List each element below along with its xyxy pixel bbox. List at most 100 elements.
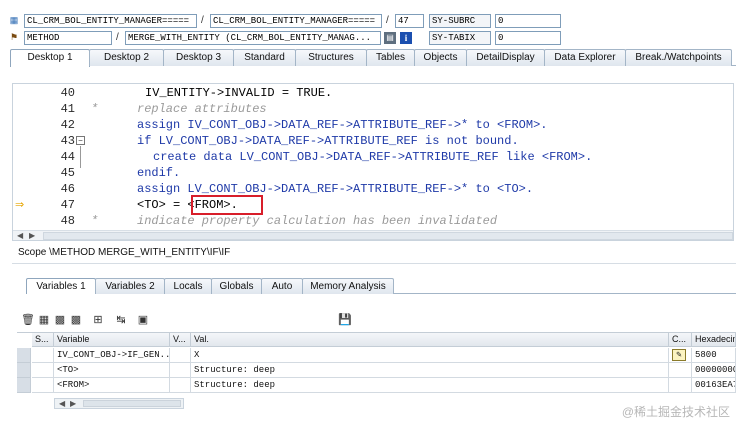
watermark: @稀土掘金技术社区 (621, 405, 730, 419)
export-icon[interactable]: ▩ (69, 313, 83, 327)
line-number: 43 (60, 134, 75, 148)
line-number: 42 (60, 118, 75, 132)
code-line: replace attributes (137, 102, 267, 116)
line-number: 48 (60, 214, 75, 228)
import-icon[interactable]: ▩ (53, 313, 67, 327)
tab-globals[interactable]: Globals (211, 278, 262, 294)
comment-marker: * (91, 214, 99, 228)
highlight-box (191, 195, 263, 215)
collapse-toggle-icon[interactable]: − (76, 136, 85, 145)
tab-variables-1[interactable]: Variables 1 (26, 278, 96, 294)
variable-cell[interactable]: <TO> (54, 363, 170, 378)
tab-structures[interactable]: Structures (295, 49, 367, 66)
tab-tables[interactable]: Tables (366, 49, 415, 66)
structure-icon[interactable]: ↹ (114, 313, 128, 327)
hierarchy-icon[interactable]: ⊞ (91, 313, 105, 327)
tab-memory-analysis[interactable]: Memory Analysis (302, 278, 394, 294)
value-cell[interactable]: X (191, 348, 669, 363)
program-field[interactable]: CL_CRM_BOL_ENTITY_MANAGER===== (24, 14, 197, 28)
scroll-left-icon[interactable]: ◀ (17, 231, 23, 240)
event-type-field[interactable]: METHOD (24, 31, 112, 45)
execution-arrow-icon: ⇒ (15, 199, 25, 211)
debugger-tab-strip: Desktop 1 Desktop 2 Desktop 3 Standard S… (10, 49, 736, 67)
line-number: 41 (60, 102, 75, 116)
column-header-hexadecimal[interactable]: Hexadecimal (692, 333, 736, 347)
comment-marker: * (91, 102, 99, 116)
code-line: IV_ENTITY->INVALID = TRUE. (145, 86, 333, 100)
value-cell[interactable]: Structure: deep (191, 363, 669, 378)
line-number: 40 (60, 86, 75, 100)
table-horizontal-scrollbar[interactable]: ◀ ▶ (54, 398, 184, 409)
change-cell[interactable] (669, 363, 692, 378)
tab-locals[interactable]: Locals (164, 278, 212, 294)
change-cell[interactable]: ✎ (669, 348, 692, 363)
copy-variable-icon[interactable]: ▦ (37, 313, 51, 327)
code-line: create data LV_CONT_OBJ->DATA_REF->ATTRI… (153, 150, 593, 164)
code-line: assign IV_CONT_OBJ->DATA_REF->ATTRIBUTE_… (137, 118, 548, 132)
change-cell[interactable] (669, 378, 692, 393)
save-icon[interactable]: 💾 (338, 313, 352, 327)
editor-horizontal-scrollbar[interactable]: ◀ ▶ (13, 230, 733, 240)
v-cell (170, 363, 191, 378)
code-line: indicate property calculation has been i… (137, 214, 498, 228)
status-cell (32, 378, 54, 393)
source-code-editor[interactable]: ⇒ − 40 41 42 43 44 45 46 47 48 * * IV_EN… (12, 83, 734, 241)
tab-standard[interactable]: Standard (233, 49, 296, 66)
tab-data-explorer[interactable]: Data Explorer (544, 49, 626, 66)
scope-divider (12, 263, 736, 264)
tab-auto[interactable]: Auto (261, 278, 303, 294)
sy-tabix-label: SY-TABIX (429, 31, 491, 45)
event-field[interactable]: MERGE_WITH_ENTITY (CL_CRM_BOL_ENTITY_MAN… (125, 31, 381, 45)
object-icon[interactable]: ▣ (136, 313, 150, 327)
tab-desktop-2[interactable]: Desktop 2 (89, 49, 164, 66)
block-guide (80, 146, 81, 168)
tab-desktop-3[interactable]: Desktop 3 (163, 49, 234, 66)
scroll-left-icon[interactable]: ◀ (59, 399, 65, 408)
delete-icon[interactable]: 🗑 (21, 313, 35, 327)
status-cell (32, 363, 54, 378)
row-selector[interactable] (17, 378, 31, 393)
tab-variables-2[interactable]: Variables 2 (95, 278, 165, 294)
scope-label: Scope \METHOD MERGE_WITH_ENTITY\IF\IF (18, 247, 231, 258)
separator: / (116, 32, 119, 43)
tab-objects[interactable]: Objects (414, 49, 467, 66)
variable-cell[interactable]: IV_CONT_OBJ->IF_GEN... (54, 348, 170, 363)
scroll-thumb[interactable] (83, 400, 181, 407)
line-number: 47 (60, 198, 75, 212)
row-selector[interactable] (17, 363, 31, 378)
sy-subrc-value[interactable]: 0 (495, 14, 561, 28)
variable-cell[interactable]: <FROM> (54, 378, 170, 393)
hex-cell[interactable]: 00163EA7 (692, 378, 736, 393)
include-field[interactable]: CL_CRM_BOL_ENTITY_MANAGER===== (210, 14, 382, 28)
scroll-right-icon[interactable]: ▶ (29, 231, 35, 240)
status-cell (32, 348, 54, 363)
code-line: assign LV_CONT_OBJ->DATA_REF->ATTRIBUTE_… (137, 182, 534, 196)
column-header-variable[interactable]: Variable (54, 333, 170, 347)
column-header-v[interactable]: V... (170, 333, 191, 347)
program-icon: ▦ (9, 15, 19, 25)
sy-tabix-value[interactable]: 0 (495, 31, 561, 45)
line-number: 44 (60, 150, 75, 164)
tab-break-watchpoints[interactable]: Break./Watchpoints (625, 49, 732, 66)
tab-desktop-1[interactable]: Desktop 1 (10, 49, 90, 67)
line-field[interactable]: 47 (395, 14, 424, 28)
scroll-thumb[interactable] (43, 232, 733, 240)
row-selector[interactable] (17, 348, 31, 363)
pencil-icon[interactable]: ✎ (672, 349, 686, 361)
value-cell[interactable]: Structure: deep (191, 378, 669, 393)
hex-cell[interactable]: 5800 (692, 348, 736, 363)
code-line: endif. (137, 166, 181, 180)
column-header-status[interactable]: S... (32, 333, 54, 347)
variables-tab-strip: Variables 1 Variables 2 Locals Globals A… (26, 278, 736, 294)
column-header-value[interactable]: Val. (191, 333, 669, 347)
column-header-change[interactable]: C... (669, 333, 692, 347)
v-cell (170, 378, 191, 393)
display-source-icon[interactable]: ▤ (384, 32, 396, 44)
method-icon: ⚑ (9, 32, 19, 42)
info-icon[interactable]: i (400, 32, 412, 44)
scroll-right-icon[interactable]: ▶ (70, 399, 76, 408)
separator: / (201, 15, 204, 26)
hex-cell[interactable]: 00000000 (692, 363, 736, 378)
code-line: if LV_CONT_OBJ->DATA_REF->ATTRIBUTE_REF … (137, 134, 519, 148)
tab-detail-display[interactable]: DetailDisplay (466, 49, 545, 66)
